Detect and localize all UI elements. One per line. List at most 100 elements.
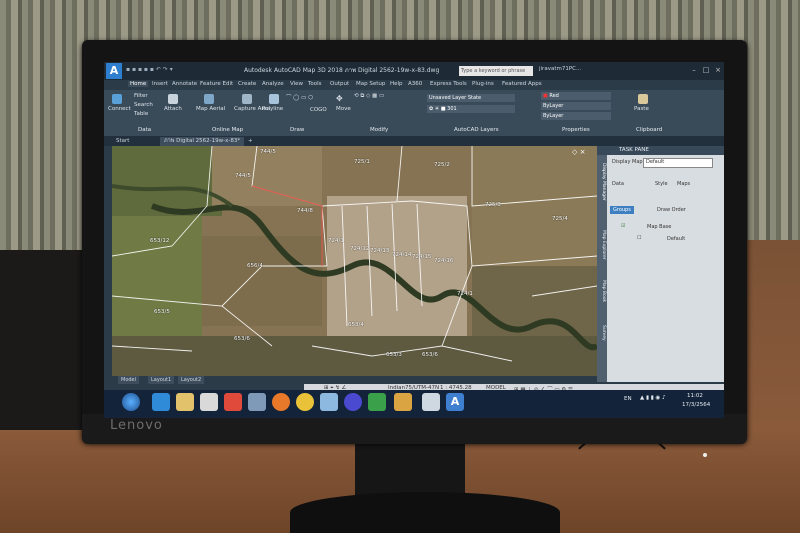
connect-icon[interactable] — [112, 94, 122, 104]
tab-survey[interactable]: Survey — [598, 325, 606, 341]
polyline-button[interactable]: Polyline — [262, 106, 283, 112]
map-canvas[interactable]: 744/5 744/5 744/8 725/1 725/2 725/3 725/… — [112, 146, 597, 376]
tab-home[interactable]: Home — [128, 81, 149, 87]
parcel-label: 724/13 — [370, 248, 390, 254]
tool-style[interactable]: Style — [655, 181, 668, 187]
map-aerial-button[interactable]: Map Aerial — [196, 106, 225, 112]
paste-icon[interactable] — [638, 94, 648, 104]
group-properties: Properties — [562, 127, 590, 133]
windows-taskbar: A EN ▲ ▮ ▮ ◉ ♪ 11:02 17/3/2564 — [104, 390, 724, 418]
language-indicator[interactable]: EN — [624, 396, 632, 402]
app-icon[interactable] — [422, 393, 440, 411]
tab-feature-edit[interactable]: Feature Edit — [200, 81, 233, 87]
tree-checkbox-icon[interactable]: ☑ — [621, 223, 625, 229]
parcel-label: 724/1 — [328, 238, 344, 244]
task-pane-title: TASK PANE — [597, 146, 724, 155]
cogo-button[interactable]: COGO — [310, 107, 327, 113]
app-icon[interactable] — [320, 393, 338, 411]
tab-analyze[interactable]: Analyze — [262, 81, 284, 87]
tab-layout1[interactable]: Layout1 — [148, 376, 175, 384]
tab-create[interactable]: Create — [238, 81, 256, 87]
chrome-icon[interactable] — [296, 393, 314, 411]
doc-tab-start[interactable]: Start — [112, 137, 133, 146]
minimize-icon[interactable]: – — [689, 65, 699, 75]
clock-date[interactable]: 17/3/2564 — [682, 402, 710, 408]
tab-featured-apps[interactable]: Featured Apps — [502, 81, 542, 87]
tab-tools[interactable]: Tools — [308, 81, 322, 87]
app-icon[interactable] — [368, 393, 386, 411]
app-icon[interactable] — [224, 393, 242, 411]
polyline-icon[interactable] — [269, 94, 279, 104]
close-icon[interactable]: × — [713, 65, 723, 75]
autocad-taskbar-icon[interactable]: A — [446, 393, 464, 411]
layer-state-select[interactable]: Unsaved Layer State — [427, 94, 515, 102]
start-button[interactable] — [122, 393, 140, 411]
lineweight-select[interactable]: ByLayer — [541, 112, 611, 120]
tab-express-tools[interactable]: Express Tools — [430, 81, 467, 87]
parcel-label: 725/2 — [434, 162, 450, 168]
search-button[interactable]: Search — [134, 102, 153, 108]
tab-plug-ins[interactable]: Plug-ins — [472, 81, 494, 87]
group-autocad-layers: AutoCAD Layers — [454, 127, 499, 133]
tab-display-manager[interactable]: Display Manager — [598, 163, 606, 201]
firefox-icon[interactable] — [272, 393, 290, 411]
table-button[interactable]: Table — [134, 111, 148, 117]
color-select[interactable]: ■ Red — [541, 92, 611, 100]
tab-map-book[interactable]: Map Book — [598, 280, 606, 302]
app-icon[interactable] — [200, 393, 218, 411]
tab-map-setup[interactable]: Map Setup — [356, 81, 385, 87]
filter-button[interactable]: Filter — [134, 93, 148, 99]
tab-help[interactable]: Help — [390, 81, 403, 87]
app-menu-button[interactable]: A — [106, 63, 122, 79]
parcel-label: 744/5 — [260, 149, 276, 155]
task-pane-side-tabs: Display Manager Map Explorer Map Book Su… — [597, 155, 607, 382]
linetype-select[interactable]: ByLayer — [541, 102, 611, 110]
modify-tools[interactable]: ⟲ ⧉ ◇ ▦ ▭ — [354, 93, 384, 100]
tab-map-explorer[interactable]: Map Explorer — [598, 230, 606, 260]
clock-time[interactable]: 11:02 — [687, 393, 703, 399]
groups-button[interactable]: Groups — [610, 206, 634, 214]
map-aerial-icon[interactable] — [204, 94, 214, 104]
search-input[interactable]: Type a keyword or phrase — [459, 66, 533, 76]
app-icon[interactable] — [394, 393, 412, 411]
tab-model[interactable]: Model — [118, 376, 140, 384]
layer-icons: ✿ ☀ ■ — [429, 106, 448, 112]
layer-name: 301 — [447, 106, 457, 112]
new-tab-icon[interactable]: + — [244, 137, 257, 146]
move-icon[interactable]: ✥ — [336, 94, 343, 103]
tab-insert[interactable]: Insert — [152, 81, 168, 87]
connect-button[interactable]: Connect — [108, 106, 131, 112]
tray-icons[interactable]: ▲ ▮ ▮ ◉ ♪ — [640, 395, 666, 401]
file-explorer-icon[interactable] — [176, 393, 194, 411]
display-map-select[interactable]: Default — [643, 158, 713, 168]
parcel-label: 724/12 — [350, 246, 370, 252]
tab-output[interactable]: Output — [330, 81, 349, 87]
tree-root[interactable]: Map Base — [647, 224, 671, 230]
capture-area-icon[interactable] — [242, 94, 252, 104]
layer-select[interactable]: ✿ ☀ ■ 301 — [427, 105, 515, 113]
user-account[interactable]: jiravatm71PC... — [539, 66, 581, 72]
maximize-icon[interactable]: □ — [701, 65, 711, 75]
tree-child[interactable]: Default — [667, 236, 685, 242]
tool-maps[interactable]: Maps — [677, 181, 690, 187]
attach-icon[interactable] — [168, 94, 178, 104]
app-icon[interactable] — [248, 393, 266, 411]
internet-explorer-icon[interactable] — [152, 393, 170, 411]
move-button[interactable]: Move — [336, 106, 351, 112]
attach-button[interactable]: Attach — [164, 106, 182, 112]
tab-annotate[interactable]: Annotate — [172, 81, 197, 87]
tab-view[interactable]: View — [290, 81, 303, 87]
viewcube-icon[interactable]: ◇ × — [572, 148, 585, 156]
parcel-label: 653/6 — [422, 352, 438, 358]
tab-layout2[interactable]: Layout2 — [178, 376, 205, 384]
tool-data[interactable]: Data — [612, 181, 624, 187]
tree-child-checkbox-icon[interactable]: ☐ — [637, 235, 641, 241]
quick-access-toolbar[interactable]: ▪ ▪ ▪ ▪ ▪ ↶ ↷ ▾ — [126, 66, 173, 73]
paste-button[interactable]: Paste — [634, 106, 649, 112]
doc-tab-drawing[interactable]: ภาพ Digital 2562-19w-x-83* — [160, 137, 245, 146]
monitor-base — [290, 492, 560, 533]
app-icon[interactable] — [344, 393, 362, 411]
draw-tools[interactable]: ⌒ ◯ ▭ ⬡ — [286, 93, 313, 101]
draw-order-button[interactable]: Draw Order — [657, 207, 686, 213]
tab-a360[interactable]: A360 — [408, 81, 422, 87]
